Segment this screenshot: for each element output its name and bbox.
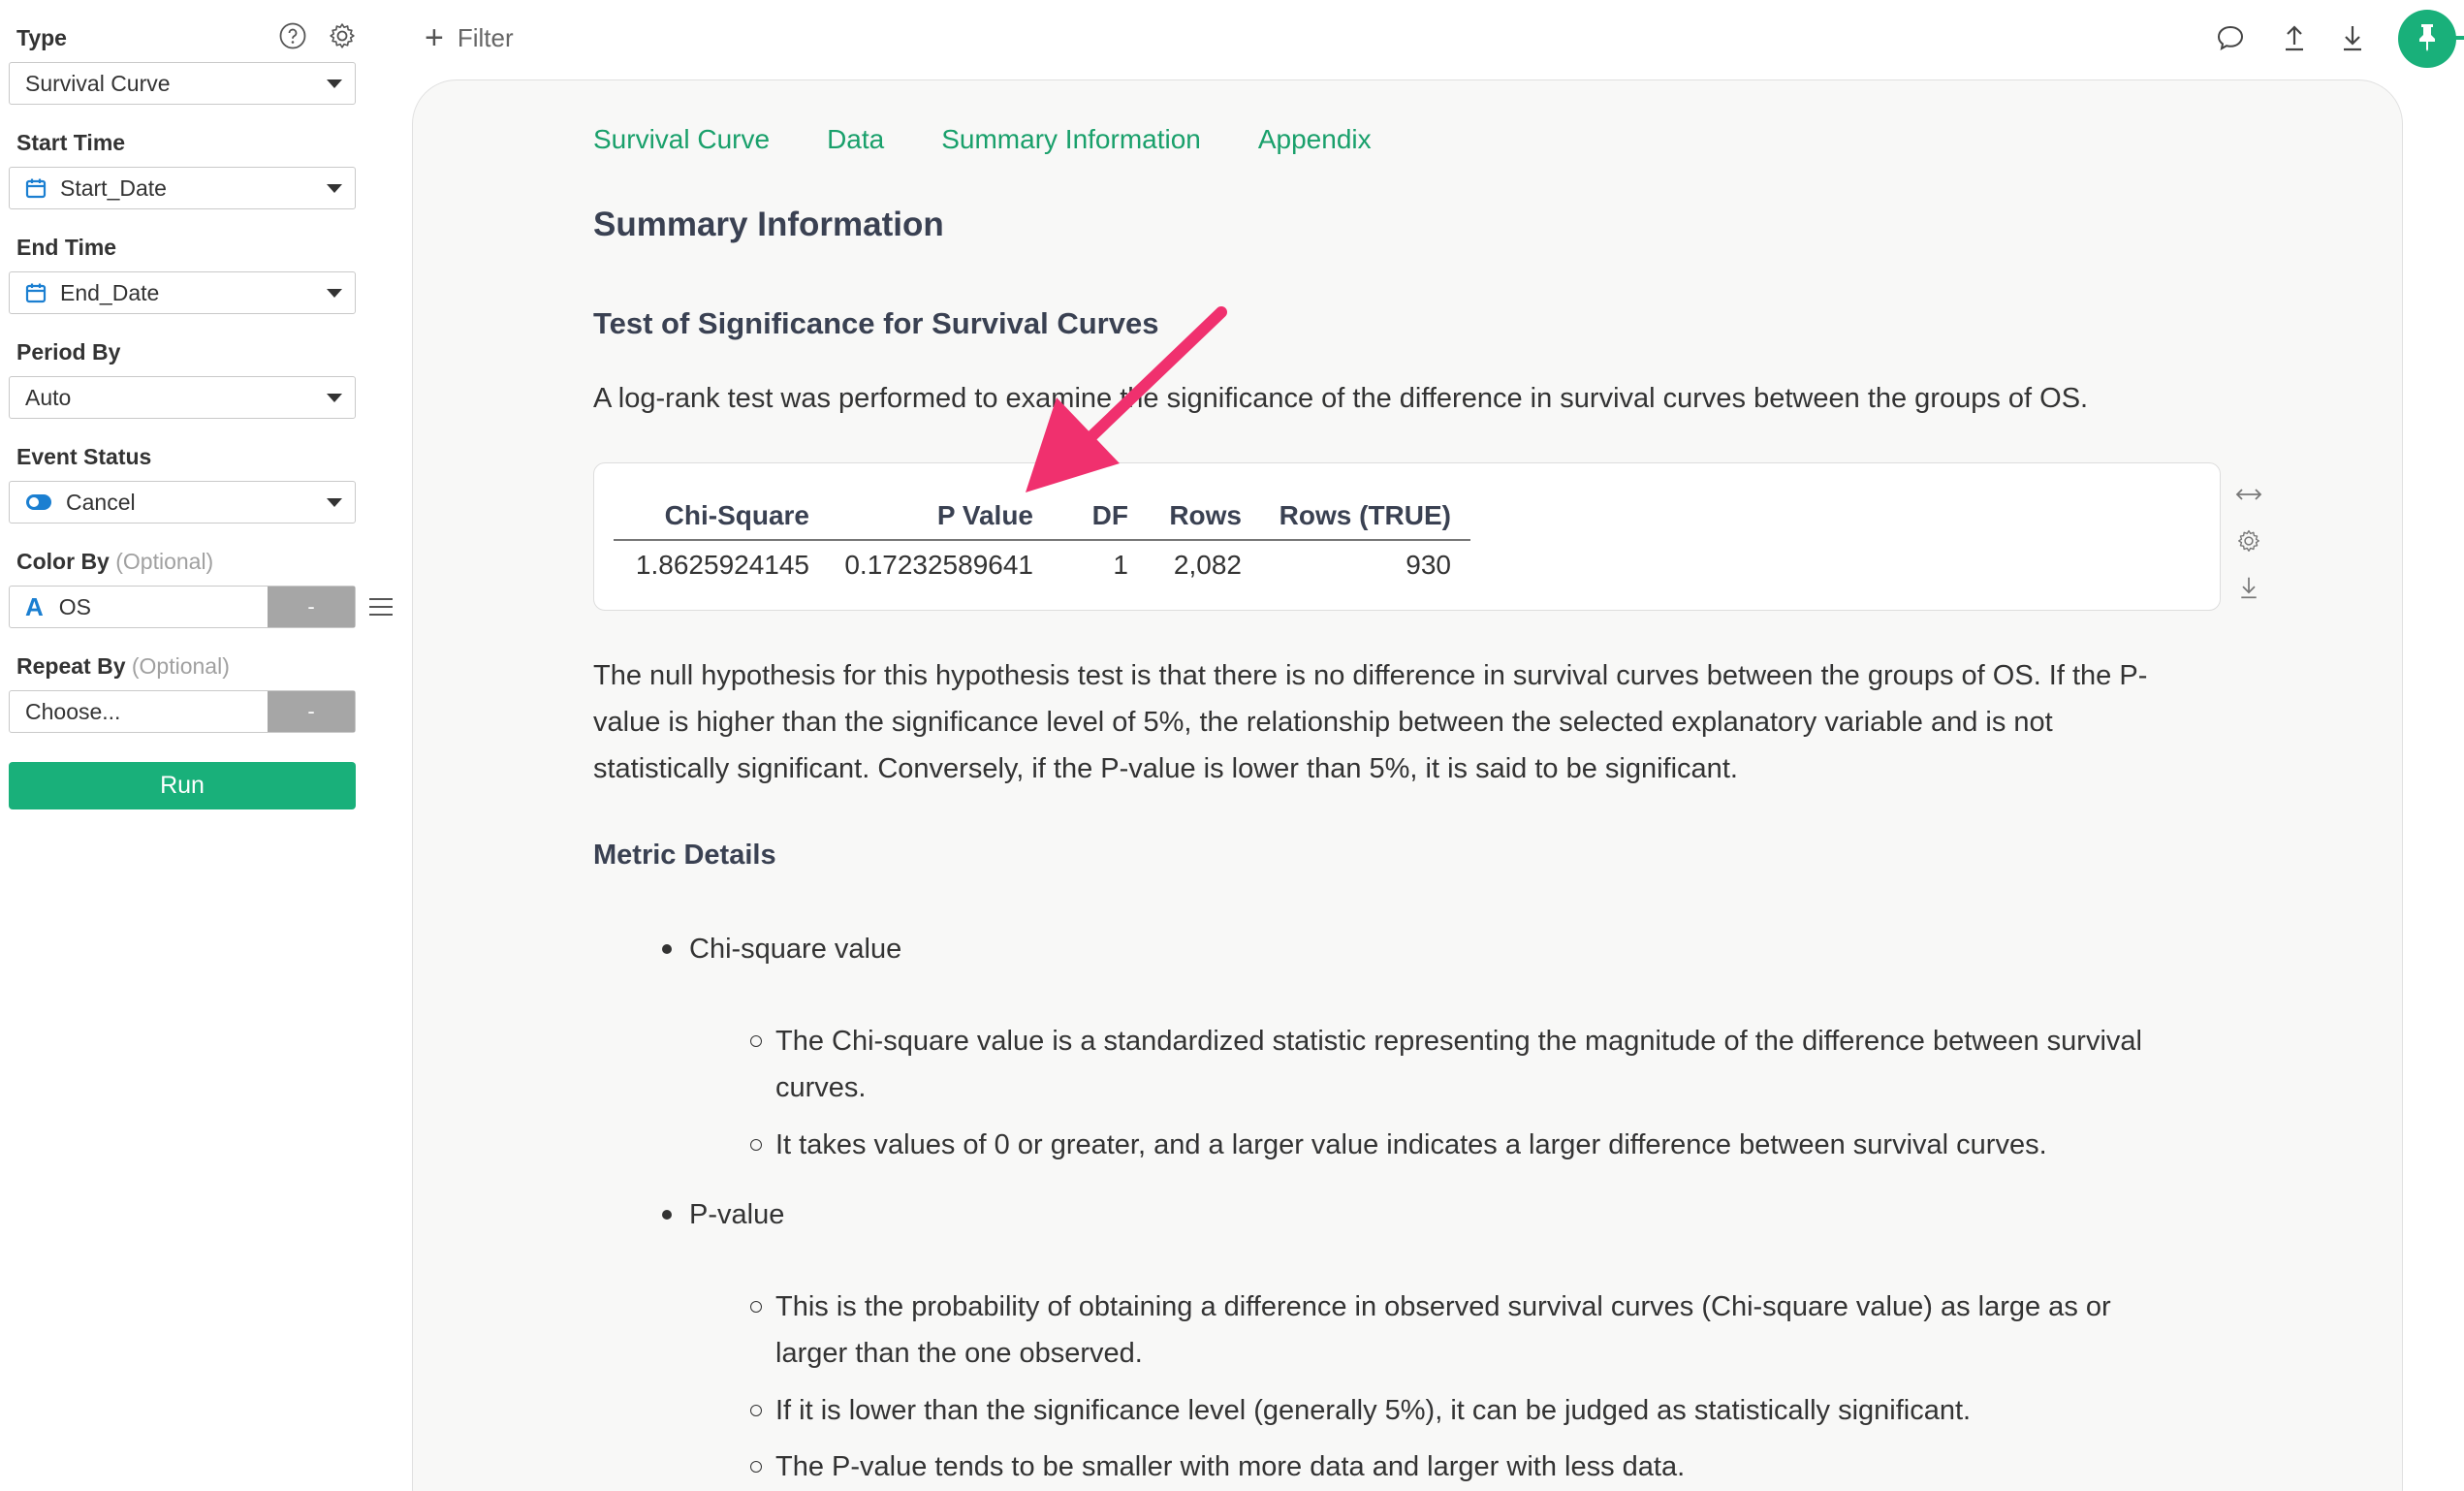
table-header-row: Chi-Square P Value DF Rows Rows (TRUE) (614, 492, 1470, 541)
event-status-value: Cancel (66, 489, 136, 515)
plus-icon: + (425, 19, 444, 56)
column-header: P Value (936, 500, 1033, 530)
list-item: The Chi-square value is a standardized s… (750, 1018, 2142, 1111)
bullet-dot (662, 1210, 672, 1220)
tab-survival-curve[interactable]: Survival Curve (593, 124, 770, 155)
page-title: Summary Information (593, 206, 944, 243)
calendar-icon (25, 177, 47, 199)
chevron-down-icon (327, 184, 342, 193)
download-icon[interactable] (2339, 23, 2366, 57)
tab-data[interactable]: Data (827, 124, 884, 155)
table-cell: 1 (1113, 550, 1128, 580)
table-cell: 1.8625924145 (635, 550, 809, 580)
event-status-label: Event Status (16, 444, 152, 469)
bullet-dot (662, 944, 672, 954)
chevron-down-icon (327, 394, 342, 402)
pin-button[interactable] (2398, 10, 2456, 68)
repeat-by-field[interactable]: Choose... - (9, 690, 356, 733)
list-item: If it is lower than the significance lev… (750, 1387, 1971, 1434)
end-time-select[interactable]: End_Date (9, 271, 356, 314)
help-icon[interactable] (278, 21, 307, 55)
color-by-field[interactable]: A OS - (9, 586, 356, 628)
period-by-select[interactable]: Auto (9, 376, 356, 419)
toggle-icon (25, 493, 52, 511)
start-time-value: Start_Date (60, 174, 167, 201)
list-item: It takes values of 0 or greater, and a l… (750, 1122, 2047, 1168)
text-type-icon: A (25, 591, 44, 621)
color-by-label: Color By (Optional) (16, 549, 214, 574)
color-by-clear-button[interactable]: - (268, 587, 355, 627)
left-sidebar: Type Survival Curve Start Time Start_Dat… (0, 0, 407, 1491)
chevron-down-icon (327, 289, 342, 298)
null-hypothesis-text: The null hypothesis for this hypothesis … (593, 660, 2148, 784)
intro-text: A log-rank test was performed to examine… (593, 383, 2089, 414)
metric-details-title: Metric Details (593, 840, 776, 871)
column-header: Rows (TRUE) (1279, 500, 1451, 530)
table-settings-gear-icon[interactable] (2234, 526, 2263, 555)
tab-summary-information[interactable]: Summary Information (941, 124, 1201, 155)
period-by-label: Period By (16, 339, 121, 365)
calendar-icon (25, 282, 47, 303)
bullet-circle (750, 1405, 762, 1416)
end-time-label: End Time (16, 235, 117, 260)
table-cell: 2,082 (1173, 550, 1242, 580)
repeat-by-placeholder: Choose... (25, 698, 121, 724)
menu-lines-icon[interactable] (368, 596, 394, 622)
pin-indicator (2454, 36, 2464, 40)
results-table-card: Chi-Square P Value DF Rows Rows (TRUE) 1… (593, 462, 2221, 611)
type-select-value: Survival Curve (25, 70, 171, 96)
filter-label: Filter (457, 22, 514, 52)
column-header: DF (1091, 500, 1128, 530)
color-by-value: OS (58, 593, 92, 619)
tab-appendix[interactable]: Appendix (1258, 124, 1372, 155)
column-header: Rows (1169, 500, 1242, 530)
results-table: Chi-Square P Value DF Rows Rows (TRUE) 1… (614, 492, 1470, 589)
period-by-value: Auto (25, 384, 72, 410)
end-time-value: End_Date (60, 279, 160, 305)
run-button[interactable]: Run (9, 762, 356, 809)
repeat-by-label: Repeat By (Optional) (16, 653, 230, 679)
section-title: Test of Significance for Survival Curves (593, 306, 1159, 340)
start-time-select[interactable]: Start_Date (9, 167, 356, 209)
pin-icon (2415, 22, 2440, 56)
bullet-circle (750, 1461, 762, 1473)
event-status-select[interactable]: Cancel (9, 481, 356, 523)
expand-width-icon[interactable] (2234, 480, 2263, 509)
add-filter-button[interactable]: + Filter (425, 21, 514, 54)
table-tools (2234, 480, 2263, 619)
upload-icon[interactable] (2281, 23, 2308, 57)
table-download-icon[interactable] (2234, 573, 2263, 602)
type-label: Type (16, 25, 67, 50)
start-time-label: Start Time (16, 130, 126, 155)
chevron-down-icon (327, 498, 342, 507)
section-tabs: Survival Curve Data Summary Information … (593, 124, 1429, 155)
repeat-by-clear-button[interactable]: - (268, 691, 355, 732)
table-row: 1.8625924145 0.17232589641 1 2,082 930 (614, 541, 1470, 589)
column-header: Chi-Square (664, 500, 809, 530)
comment-icon[interactable] (2216, 23, 2245, 57)
bullet-circle (750, 1301, 762, 1313)
table-cell: 0.17232589641 (844, 550, 1033, 580)
settings-gear-icon[interactable] (328, 21, 357, 55)
bullet-circle (750, 1139, 762, 1151)
list-item-p-value: P-value (662, 1191, 784, 1238)
list-item: This is the probability of obtaining a d… (750, 1284, 2111, 1377)
table-cell: 930 (1406, 550, 1451, 580)
chevron-down-icon (327, 79, 342, 88)
type-select[interactable]: Survival Curve (9, 62, 356, 105)
list-item: The P-value tends to be smaller with mor… (750, 1443, 1685, 1490)
list-item-chi-square: Chi-square value (662, 926, 901, 972)
bullet-circle (750, 1035, 762, 1047)
